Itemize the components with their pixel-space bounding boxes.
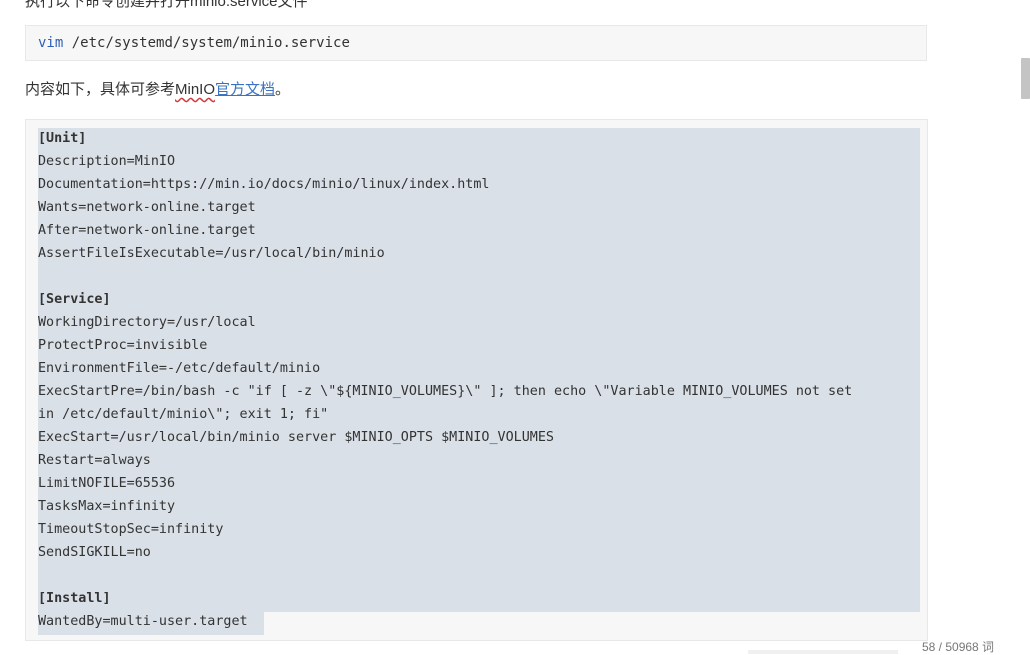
code-lines: [Unit] Description=MinIO Documentation=htt… — [38, 127, 852, 633]
code-line: Restart=always — [38, 453, 151, 468]
code-line: LimitNOFILE=65536 — [38, 476, 176, 491]
code-section-header: [Service] — [38, 292, 111, 307]
spellcheck-word: MinIO — [175, 81, 216, 98]
code-line: WorkingDirectory=/usr/local — [38, 315, 256, 330]
code-line: AssertFileIsExecutable=/usr/local/bin/mi… — [38, 246, 385, 261]
code-line: WantedBy=multi-user.target — [38, 614, 248, 629]
code-line: TasksMax=infinity — [38, 499, 176, 514]
command-args: /etc/systemd/system/minio.service — [63, 35, 350, 51]
code-line: TimeoutStopSec=infinity — [38, 522, 224, 537]
official-docs-link[interactable]: 官方文档 — [215, 81, 275, 98]
command-keyword: vim — [38, 35, 64, 51]
intro-text: 内容如下，具体可参考 — [25, 81, 176, 98]
code-line: After=network-online.target — [38, 223, 256, 238]
code-section-header: [Unit] — [38, 131, 87, 146]
code-line: ProtectProc=invisible — [38, 338, 208, 353]
code-line: EnvironmentFile=-/etc/default/minio — [38, 361, 321, 376]
partial-heading-text: 执行以下命令创建并打开minio.service文件 — [25, 0, 308, 10]
scrollbar-thumb[interactable] — [1021, 58, 1030, 99]
code-line: Wants=network-online.target — [38, 200, 256, 215]
command-code-block[interactable]: vim /etc/systemd/system/minio.service — [25, 25, 927, 61]
code-line: ExecStart=/usr/local/bin/minio server $M… — [38, 430, 554, 445]
word-count-status: 58 / 50968 词 — [922, 640, 995, 654]
code-line: in /etc/default/minio\"; exit 1; fi" — [38, 407, 329, 422]
service-file-code-block[interactable]: [Unit] Description=MinIO Documentation=htt… — [25, 119, 928, 641]
intro-paragraph: 内容如下，具体可参考MinIO官方文档。 — [25, 79, 290, 101]
code-line: ExecStartPre=/bin/bash -c "if [ -z \"${M… — [38, 384, 853, 399]
code-line: Documentation=https://min.io/docs/minio/… — [38, 177, 490, 192]
code-line: SendSIGKILL=no — [38, 545, 151, 560]
code-line: Description=MinIO — [38, 154, 176, 169]
intro-period: 。 — [275, 81, 291, 98]
code-section-header: [Install] — [38, 591, 111, 606]
bottom-toolbar-edge — [748, 650, 898, 654]
